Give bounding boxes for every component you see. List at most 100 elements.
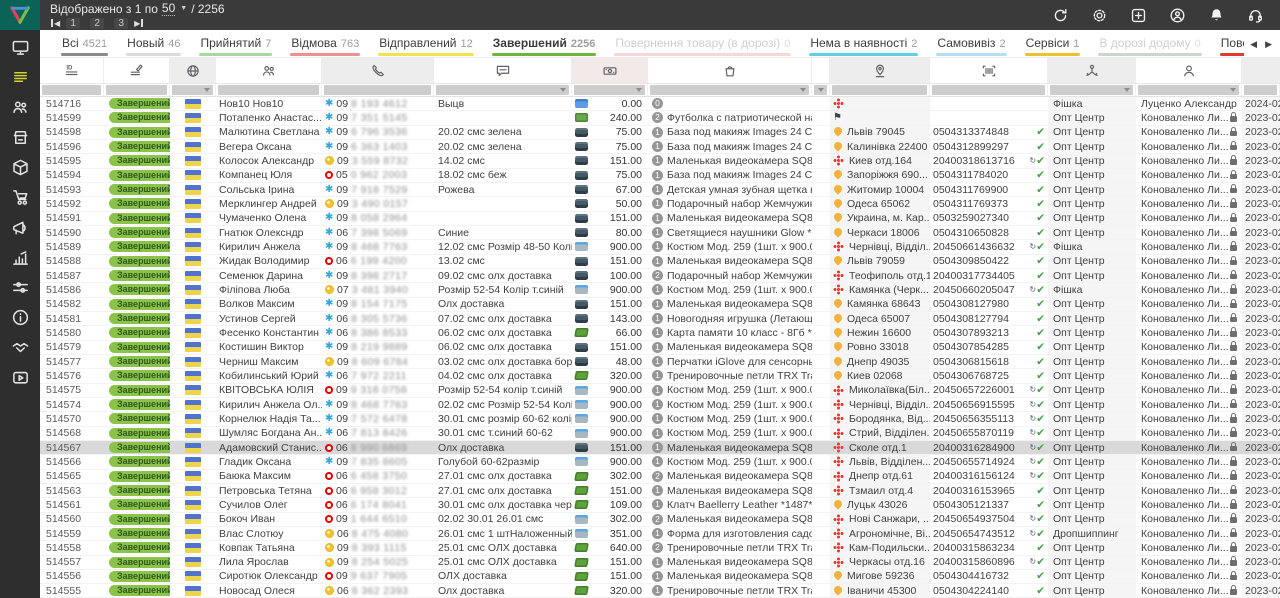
tab-Повернення товару (в дорозі)[interactable]: Повернення товару (в дорозі)0 bbox=[605, 30, 800, 58]
filter-input-client[interactable] bbox=[218, 85, 319, 95]
order-row-514563[interactable]: 514563ЗавершенийПетровська Тетяна066 958… bbox=[40, 484, 1280, 498]
filter-input-payment[interactable] bbox=[574, 85, 645, 95]
sidebar-item-clients[interactable] bbox=[11, 98, 30, 117]
filter-input-manager[interactable] bbox=[1138, 85, 1239, 95]
page-button-2[interactable]: 2 bbox=[90, 18, 104, 29]
sidebar-item-supply[interactable] bbox=[11, 188, 30, 207]
order-row-514570[interactable]: 514570ЗавершенийКорнелюк Надія Та...✱097… bbox=[40, 412, 1280, 426]
order-row-514582[interactable]: 514582ЗавершенийВолков Максим✱098 154 71… bbox=[40, 298, 1280, 312]
filter-input-country[interactable] bbox=[172, 85, 213, 95]
column-header-payment[interactable] bbox=[572, 58, 648, 83]
order-row-514579[interactable]: 514579ЗавершенийКостишин Виктор✱098 219 … bbox=[40, 341, 1280, 355]
order-row-514555[interactable]: 514555ЗавершенийНовосад Олеся068 362 239… bbox=[40, 584, 1280, 598]
order-row-514574[interactable]: 514574ЗавершенийКирилич Анжела Ол...✱098… bbox=[40, 398, 1280, 412]
first-page-button[interactable]: ◀ bbox=[50, 19, 60, 28]
tab-Нема в наявності[interactable]: Нема в наявності2 bbox=[800, 30, 927, 58]
column-header-tracking[interactable] bbox=[930, 58, 1048, 83]
order-row-514560[interactable]: 514560ЗавершенийБокоч Иван091 644 651002… bbox=[40, 513, 1280, 527]
order-row-514559[interactable]: 514559ЗавершенийВлас Слотюу068 475 40802… bbox=[40, 527, 1280, 541]
column-header-phone[interactable] bbox=[322, 58, 434, 83]
order-row-514561[interactable]: 514561ЗавершенийСучилов Олег066 174 8041… bbox=[40, 498, 1280, 512]
column-header-product[interactable] bbox=[648, 58, 812, 83]
column-header-country[interactable] bbox=[170, 58, 216, 83]
filter-input-phone[interactable] bbox=[324, 85, 431, 95]
sidebar-item-products[interactable] bbox=[11, 158, 30, 177]
per-page-select[interactable]: 50 bbox=[162, 1, 175, 16]
order-row-514593[interactable]: 514593ЗавершенийСольська Ірина✱097 918 7… bbox=[40, 183, 1280, 197]
order-row-514590[interactable]: 514590ЗавершенийГнатюк Олексндр✱067 398 … bbox=[40, 226, 1280, 240]
sidebar-item-info[interactable] bbox=[11, 308, 30, 327]
filter-input-status[interactable] bbox=[106, 85, 167, 95]
app-logo[interactable] bbox=[0, 0, 40, 30]
order-row-514556[interactable]: 514556ЗавершенийСиротюк Олександр099 637… bbox=[40, 570, 1280, 584]
filter-input-comment[interactable] bbox=[436, 85, 569, 95]
column-header-manager[interactable] bbox=[1136, 58, 1242, 83]
order-row-514577[interactable]: 514577ЗавершенийЧерниш Максим098 609 678… bbox=[40, 355, 1280, 369]
order-row-514575[interactable]: 514575ЗавершенийКВІТОВСЬКА ЮЛІЯ099 318 0… bbox=[40, 384, 1280, 398]
order-row-514599[interactable]: 514599ЗавершенийПотапенко Анастас...✱097… bbox=[40, 111, 1280, 125]
sidebar-item-shop[interactable] bbox=[11, 128, 30, 147]
column-header-location[interactable] bbox=[830, 58, 930, 83]
filter-input-spacer[interactable] bbox=[814, 85, 827, 95]
plus-square-icon[interactable] bbox=[1130, 7, 1147, 24]
order-row-514558[interactable]: 514558ЗавершенийКовпак Татьяна098 393 11… bbox=[40, 541, 1280, 555]
order-row-514589[interactable]: 514589ЗавершенийКирилич Анжела✱098 468 7… bbox=[40, 240, 1280, 254]
tabs-scroll-right[interactable]: ▶ bbox=[1265, 39, 1272, 50]
tabs-scroll-left[interactable]: ◀ bbox=[1250, 39, 1257, 50]
refresh-icon[interactable] bbox=[1052, 7, 1069, 24]
sidebar-item-marketing[interactable] bbox=[11, 218, 30, 237]
order-row-514591[interactable]: 514591ЗавершенийЧумаченко Олена✱098 058 … bbox=[40, 212, 1280, 226]
bell-icon[interactable] bbox=[1208, 7, 1225, 24]
tab-Завершений[interactable]: Завершений2256 bbox=[483, 30, 606, 58]
order-row-514586[interactable]: 514586ЗавершенийФіліпова Люба073 481 394… bbox=[40, 283, 1280, 297]
order-row-514592[interactable]: 514592ЗавершенийМерклингер Андрей093 490… bbox=[40, 197, 1280, 211]
tab-Новый[interactable]: Новый46 bbox=[117, 30, 190, 58]
order-row-514598[interactable]: 514598ЗавершенийМалютина Светлана✱096 79… bbox=[40, 126, 1280, 140]
tab-Відмова[interactable]: Відмова763 bbox=[281, 30, 369, 58]
tab-Прийнятий[interactable]: Прийнятий7 bbox=[190, 30, 281, 58]
sidebar-item-statistics[interactable] bbox=[11, 248, 30, 267]
column-header-client[interactable] bbox=[216, 58, 322, 83]
user-icon[interactable] bbox=[1169, 7, 1186, 24]
order-row-514594[interactable]: 514594ЗавершенийКомпанец Юля050 962 2003… bbox=[40, 169, 1280, 183]
sidebar-item-orders[interactable] bbox=[11, 68, 30, 87]
order-row-514581[interactable]: 514581ЗавершенийУстинов Сергей✱068 305 5… bbox=[40, 312, 1280, 326]
page-button-1[interactable]: 1 bbox=[66, 18, 80, 29]
order-row-514557[interactable]: 514557ЗавершенийЛила Ярослав098 254 5025… bbox=[40, 556, 1280, 570]
order-row-514565[interactable]: 514565ЗавершенийБаюка Максим066 458 3750… bbox=[40, 470, 1280, 484]
filter-input-date[interactable] bbox=[1244, 85, 1277, 95]
column-header-comment[interactable] bbox=[434, 58, 572, 83]
tab-В дорозі додому[interactable]: В дорозі додому0 bbox=[1089, 30, 1210, 58]
tab-Відправлений[interactable]: Відправлений12 bbox=[369, 30, 483, 58]
order-row-514595[interactable]: 514595ЗавершенийКолосок Александр093 559… bbox=[40, 154, 1280, 168]
tab-Всі[interactable]: Всі4521 bbox=[52, 30, 117, 58]
order-row-514588[interactable]: 514588ЗавершенийЖидак Володимир066 199 4… bbox=[40, 255, 1280, 269]
sidebar-item-dashboard[interactable] bbox=[11, 38, 30, 57]
filter-input-product[interactable] bbox=[650, 85, 809, 95]
filter-input-tracking[interactable] bbox=[932, 85, 1045, 95]
sidebar-item-settings[interactable] bbox=[11, 278, 30, 297]
page-button-3[interactable]: 3 bbox=[114, 18, 128, 29]
filter-input-id[interactable] bbox=[42, 85, 101, 95]
column-header-date[interactable] bbox=[1242, 58, 1280, 83]
order-row-514580[interactable]: 514580ЗавершенийФесенко Константин✱068 3… bbox=[40, 326, 1280, 340]
order-row-514716[interactable]: 514716ЗавершенийНов10 Нов10✱098 193 4612… bbox=[40, 97, 1280, 111]
column-header-spacer[interactable] bbox=[812, 58, 830, 83]
column-header-id[interactable]: ID bbox=[40, 58, 104, 83]
last-page-button[interactable]: ▶ bbox=[134, 19, 144, 28]
order-row-514568[interactable]: 514568ЗавершенийШумляс Богдана Ан...✱067… bbox=[40, 427, 1280, 441]
filter-input-location[interactable] bbox=[832, 85, 927, 95]
order-row-514576[interactable]: 514576ЗавершенийКобилинський Юрий✱067 97… bbox=[40, 369, 1280, 383]
order-row-514567[interactable]: 514567ЗавершенийАдамовский Станис...068 … bbox=[40, 441, 1280, 455]
tab-Сервіси[interactable]: Сервіси1 bbox=[1016, 30, 1090, 58]
column-header-status[interactable] bbox=[104, 58, 170, 83]
order-row-514596[interactable]: 514596ЗавершенийВегера Оксана✱096 363 14… bbox=[40, 140, 1280, 154]
filter-input-source[interactable] bbox=[1050, 85, 1133, 95]
column-header-source[interactable] bbox=[1048, 58, 1136, 83]
headset-icon[interactable] bbox=[1247, 7, 1264, 24]
order-row-514587[interactable]: 514587ЗавершенийСеменюк Дарина✱098 398 2… bbox=[40, 269, 1280, 283]
tab-Самовивіз[interactable]: Самовивіз2 bbox=[927, 30, 1015, 58]
order-row-514566[interactable]: 514566ЗавершенийГладик Оксана✱097 835 86… bbox=[40, 455, 1280, 469]
gear-icon[interactable] bbox=[1091, 7, 1108, 24]
sidebar-item-partners[interactable] bbox=[11, 338, 30, 357]
